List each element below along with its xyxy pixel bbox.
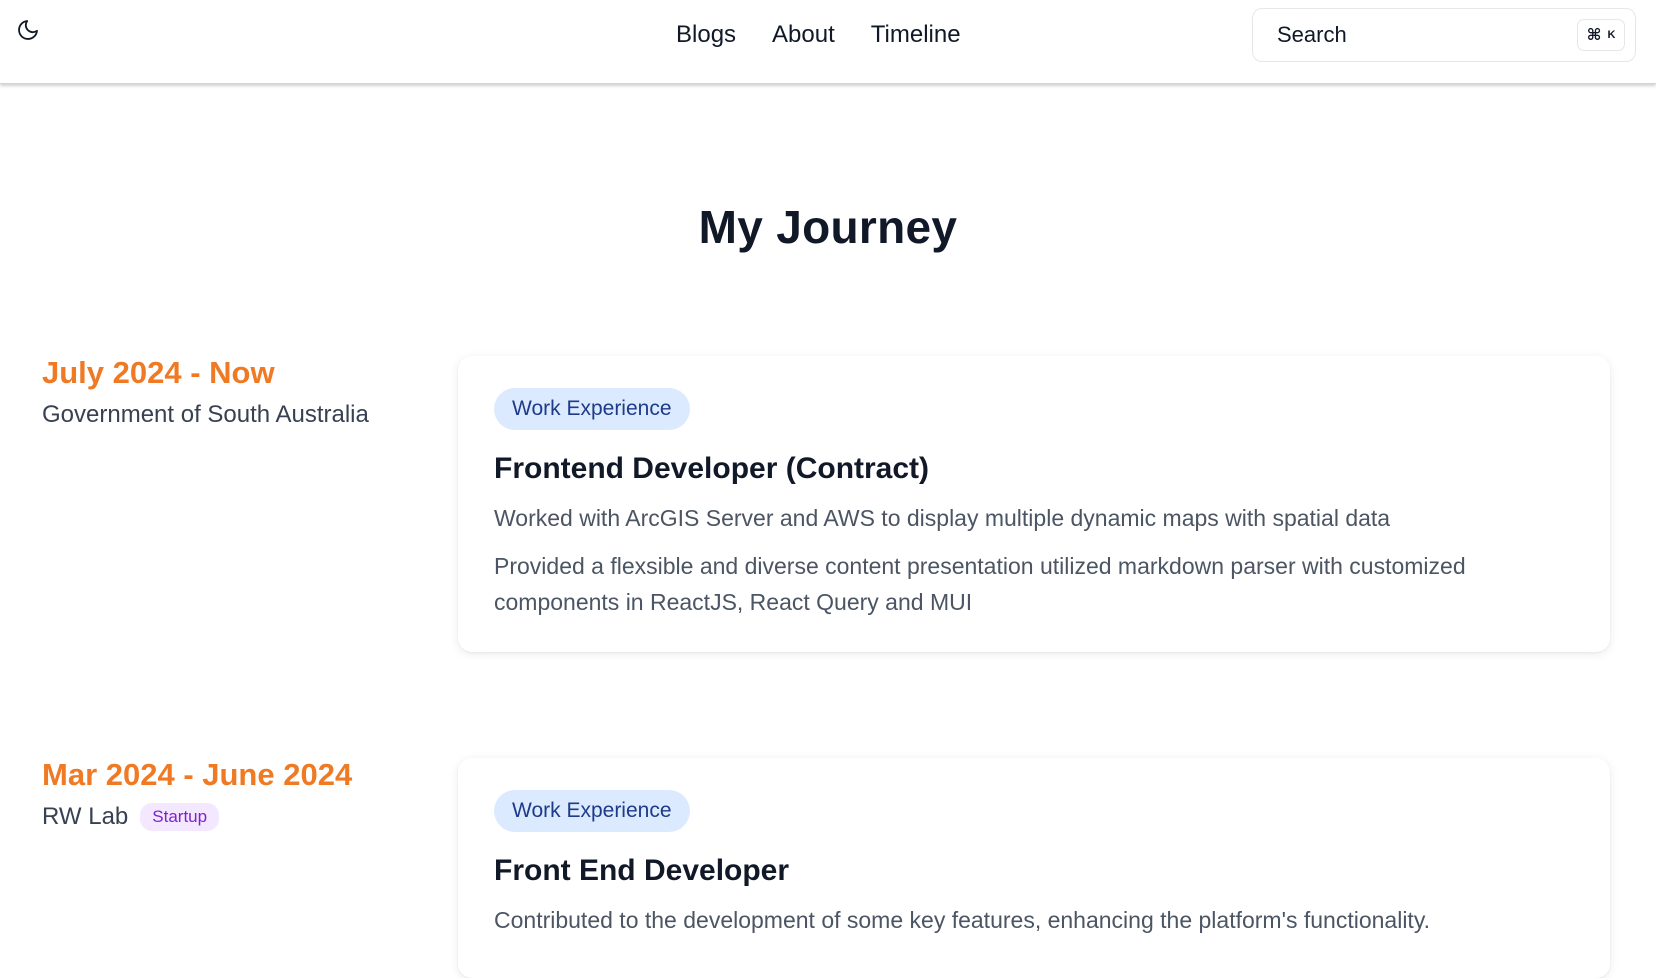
entry-organization: Government of South Australia [42,401,369,429]
keyboard-shortcut-badge: ⌘ K [1577,19,1625,51]
role-description: Contributed to the development of some k… [494,907,1431,933]
startup-badge: Startup [140,803,220,831]
page-title: My Journey [698,201,958,253]
role-description: Worked with ArcGIS Server and AWS to dis… [494,505,1391,531]
search-button[interactable]: Search ⌘ K [1252,8,1636,62]
timeline-entry-meta: Mar 2024 - June 2024 RW Lab Startup [42,757,352,831]
organization-name: Government of South Australia [42,401,369,428]
moon-icon [18,20,38,40]
entry-date: July 2024 - Now [42,355,275,390]
category-tag: Work Experience [494,388,690,430]
entry-date: Mar 2024 - June 2024 [42,757,353,792]
main-nav: Blogs About Timeline [676,18,961,52]
category-tag: Work Experience [494,790,690,832]
nav-link-blogs[interactable]: Blogs [676,21,736,49]
role-description: Provided a flexsible and diverse content… [494,553,1466,615]
search-label: Search [1277,22,1347,47]
top-navigation-bar: Blogs About Timeline Search ⌘ K [0,0,1656,84]
role-title: Front End Developer [494,854,790,887]
experience-card: Work Experience Front End Developer Cont… [458,758,1610,978]
theme-toggle-button[interactable] [14,16,42,44]
command-key-icon: ⌘ [1586,27,1602,44]
nav-link-about[interactable]: About [772,21,835,49]
role-title: Frontend Developer (Contract) [494,452,930,485]
experience-card: Work Experience Frontend Developer (Cont… [458,356,1610,652]
organization-name: RW Lab [42,803,129,830]
timeline-entry-meta: July 2024 - Now Government of South Aust… [42,355,369,429]
entry-organization: RW Lab Startup [42,803,352,831]
nav-link-timeline[interactable]: Timeline [871,21,961,49]
shortcut-key: K [1607,29,1616,41]
